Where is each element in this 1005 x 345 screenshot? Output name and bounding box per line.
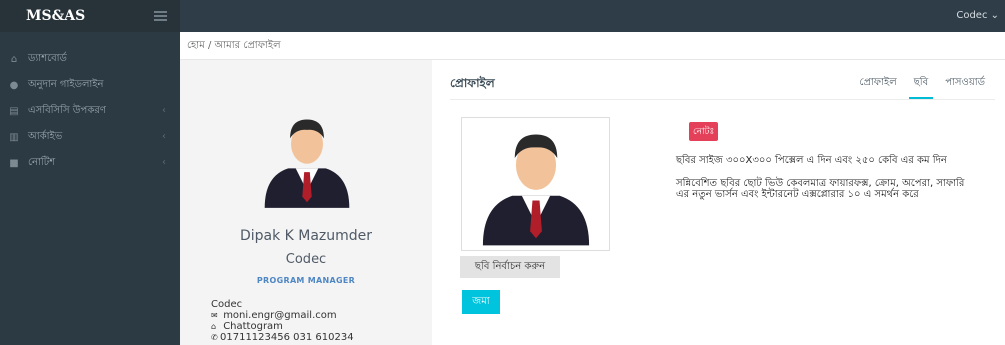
home-icon: ⌂	[10, 53, 18, 65]
note-browser-text: সন্নিবেশিত ছবির ছোট ভিউ কেবলমাত্র ফায়ার…	[676, 178, 965, 200]
sidebar-item-label: আর্কাইভ	[28, 130, 63, 142]
note-size-text: ছবির সাইজ ৩০০X৩০০ পিক্সেল এ দিন এবং ২৫০ …	[676, 155, 947, 166]
sidebar-item-label: অনুদান গাইডলাইন	[28, 78, 104, 90]
home-icon: ⌂	[211, 322, 217, 331]
tab-password[interactable]: পাসওয়ার্ড	[940, 69, 990, 99]
notice-icon: ■	[9, 157, 19, 169]
sidebar-item-guideline[interactable]: ● অনুদান গাইডলাইন	[0, 72, 180, 98]
sidebar-item-notice[interactable]: ■ নোটিশ ‹	[0, 150, 180, 176]
select-photo-button[interactable]: ছবি নির্বাচন করুন	[460, 256, 560, 278]
user-menu[interactable]: Codec ⌄	[956, 0, 999, 32]
user-avatar-icon	[482, 134, 590, 246]
sidebar-item-sbcc[interactable]: ▤ এসবিসিসি উপকরণ ‹	[0, 98, 180, 124]
sidebar-item-dashboard[interactable]: ⌂ ড্যাশবোর্ড	[0, 46, 180, 72]
note-badge: নোটঃ	[689, 122, 719, 141]
tab-profile[interactable]: প্রোফাইল	[854, 69, 901, 99]
sidebar-item-label: এসবিসিসি উপকরণ	[28, 104, 106, 116]
circle-icon: ●	[9, 79, 19, 91]
sidebar-item-label: ড্যাশবোর্ড	[28, 52, 67, 64]
envelope-icon: ✉	[211, 311, 218, 320]
panel-title: প্রোফাইল	[450, 76, 495, 90]
chevron-left-icon: ‹	[162, 157, 166, 168]
photo-preview	[461, 117, 610, 251]
phone-icon: ✆	[211, 333, 218, 342]
profile-company: Codec	[285, 252, 327, 267]
contact-company: Codec	[211, 299, 243, 310]
contact-email: moni.engr@gmail.com	[223, 310, 337, 321]
contact-city: Chattogram	[223, 321, 283, 332]
file-icon: ▤	[9, 105, 19, 117]
menu-toggle-icon[interactable]	[154, 11, 167, 21]
archive-icon: ▥	[9, 131, 19, 143]
top-navbar: MS&AS Codec ⌄	[0, 0, 1005, 32]
contact-city-row: ⌂ Chattogram	[211, 321, 354, 332]
main-content: হোম / আমার প্রোফাইল Dipak K Mazumder Cod…	[180, 32, 1005, 345]
contact-info: Codec ✉ moni.engr@gmail.com ⌂ Chattogram…	[211, 299, 354, 343]
chevron-left-icon: ‹	[162, 131, 166, 142]
tab-divider	[450, 99, 995, 100]
profile-role: PROGRAM MANAGER	[256, 276, 356, 285]
profile-name: Dipak K Mazumder	[239, 228, 373, 244]
contact-phone: 01711123456 031 610234	[220, 332, 354, 343]
contact-phone-row: ✆ 01711123456 031 610234	[211, 332, 354, 343]
sidebar-item-archive[interactable]: ▥ আর্কাইভ ‹	[0, 124, 180, 150]
user-avatar-icon	[264, 119, 350, 208]
profile-tabs: প্রোফাইল ছবি পাসওয়ার্ড	[847, 69, 990, 101]
tab-photo[interactable]: ছবি	[908, 69, 934, 99]
sidebar: ⌂ ড্যাশবোর্ড ● অনুদান গাইডলাইন ▤ এসবিসিস…	[0, 32, 180, 345]
sidebar-item-label: নোটিশ	[28, 156, 56, 168]
breadcrumb[interactable]: হোম / আমার প্রোফাইল	[180, 32, 1005, 60]
brand-logo[interactable]: MS&AS	[0, 0, 180, 32]
chevron-left-icon: ‹	[162, 105, 166, 116]
contact-email-row: ✉ moni.engr@gmail.com	[211, 310, 354, 321]
profile-card: Dipak K Mazumder Codec PROGRAM MANAGER C…	[180, 60, 432, 345]
submit-button[interactable]: জমা	[462, 290, 500, 314]
